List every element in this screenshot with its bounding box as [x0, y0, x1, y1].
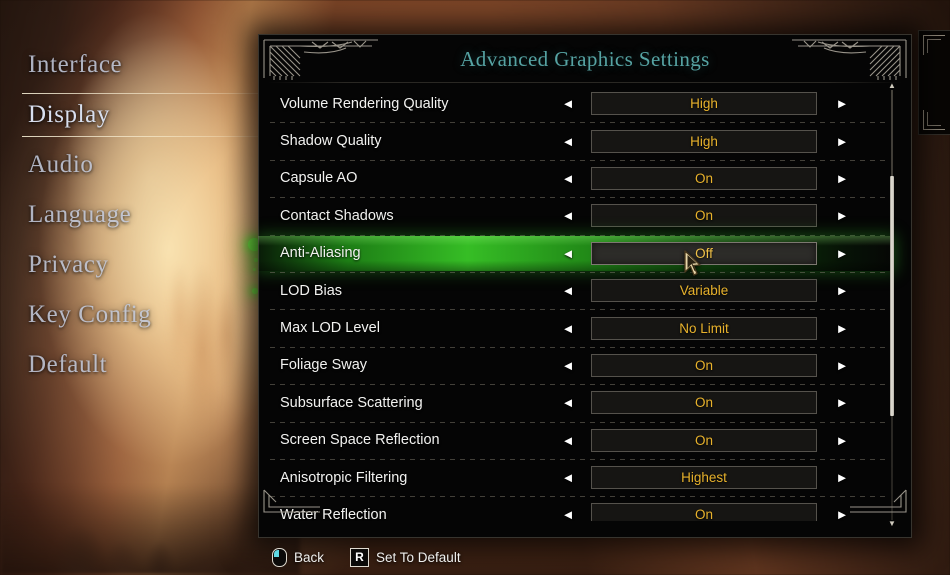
sidebar-item-label: Privacy [28, 251, 109, 278]
adjacent-panel [918, 30, 950, 135]
setting-label: Capsule AO [280, 170, 358, 187]
setting-value[interactable]: High [591, 129, 817, 153]
setting-value[interactable]: High [591, 92, 817, 116]
arrow-right-icon[interactable]: ► [831, 172, 853, 185]
setting-label: LOD Bias [280, 282, 343, 299]
sidebar-item-label: Audio [28, 151, 94, 178]
arrow-left-icon[interactable]: ◄ [557, 247, 579, 260]
sidebar-item-interface[interactable]: Interface [0, 40, 262, 90]
sidebar-item-audio[interactable]: Audio [0, 140, 262, 190]
footer-hint-bar: Back R Set To Default [258, 542, 912, 572]
dialog-title: Advanced Graphics Settings [460, 47, 710, 71]
arrow-right-icon[interactable]: ► [831, 508, 853, 521]
sidebar-item-privacy[interactable]: Privacy [0, 240, 262, 290]
setting-label: Anisotropic Filtering [280, 469, 408, 486]
setting-row-screen-space-reflection[interactable]: Screen Space Reflection ◄ On ► [258, 421, 912, 459]
hint-back[interactable]: Back [272, 547, 325, 567]
arrow-left-icon[interactable]: ◄ [557, 471, 579, 484]
arrow-right-icon[interactable]: ► [831, 322, 853, 335]
setting-label: Foliage Sway [280, 357, 368, 374]
setting-label: Screen Space Reflection [280, 432, 440, 449]
sidebar-item-label: Interface [28, 51, 123, 78]
sidebar-item-display[interactable]: Display [0, 90, 266, 140]
setting-value[interactable]: On [591, 503, 817, 521]
panel-corner-ornament [923, 110, 945, 130]
game-settings-screen: Interface Display Audio Language Privacy… [0, 0, 950, 575]
arrow-right-icon[interactable]: ► [831, 284, 853, 297]
hint-label: Set To Default [376, 549, 461, 565]
setting-row-subsurface-scattering[interactable]: Subsurface Scattering ◄ On ► [258, 384, 912, 421]
sidebar-item-label: Default [28, 351, 108, 378]
setting-label: Contact Shadows [280, 207, 394, 224]
hint-set-to-default[interactable]: R Set To Default [350, 547, 461, 567]
header-divider [268, 82, 902, 83]
scrollbar-thumb[interactable] [890, 176, 894, 416]
arrow-left-icon[interactable]: ◄ [557, 172, 579, 185]
arrow-right-icon[interactable]: ► [831, 209, 853, 222]
setting-row-contact-shadows[interactable]: Contact Shadows ◄ On ► [258, 197, 912, 234]
setting-row-shadow-quality[interactable]: Shadow Quality ◄ High ► [258, 122, 912, 159]
setting-value[interactable]: On [591, 166, 817, 190]
arrow-right-icon[interactable]: ► [831, 97, 853, 110]
setting-row-anti-aliasing[interactable]: Anti-Aliasing ◄ Off ► [258, 234, 912, 272]
settings-scrollbar[interactable]: ▲ ▼ [888, 82, 896, 528]
sidebar-item-default[interactable]: Default [0, 340, 262, 390]
setting-value[interactable]: On [591, 204, 817, 228]
arrow-left-icon[interactable]: ◄ [557, 322, 579, 335]
setting-label: Volume Rendering Quality [280, 95, 449, 112]
arrow-right-icon[interactable]: ► [831, 396, 853, 409]
arrow-right-icon[interactable]: ► [831, 135, 853, 148]
arrow-left-icon[interactable]: ◄ [557, 396, 579, 409]
setting-row-max-lod-level[interactable]: Max LOD Level ◄ No Limit ► [258, 309, 912, 346]
setting-value[interactable]: Off [591, 241, 817, 265]
scroll-up-icon[interactable]: ▲ [888, 82, 896, 90]
setting-label: Subsurface Scattering [280, 394, 423, 411]
setting-label: Anti-Aliasing [280, 245, 361, 262]
sidebar-item-language[interactable]: Language [0, 190, 262, 240]
scroll-down-icon[interactable]: ▼ [888, 520, 896, 528]
setting-value[interactable]: On [591, 391, 817, 415]
sidebar-item-label: Language [28, 201, 132, 228]
setting-row-foliage-sway[interactable]: Foliage Sway ◄ On ► [258, 346, 912, 384]
arrow-left-icon[interactable]: ◄ [557, 508, 579, 521]
setting-value[interactable]: Highest [591, 466, 817, 490]
setting-value[interactable]: Variable [591, 279, 817, 303]
sidebar-item-label: Display [28, 101, 110, 128]
key-r-icon: R [350, 547, 370, 567]
arrow-right-icon[interactable]: ► [831, 247, 853, 260]
setting-value[interactable]: No Limit [591, 316, 817, 340]
mouse-icon [272, 547, 287, 567]
sidebar-item-key-config[interactable]: Key Config [0, 290, 262, 340]
advanced-graphics-settings-dialog: Advanced Graphics Settings Volume Render… [258, 34, 912, 538]
setting-value[interactable]: On [591, 428, 817, 452]
arrow-right-icon[interactable]: ► [831, 434, 853, 447]
arrow-left-icon[interactable]: ◄ [557, 359, 579, 372]
setting-label: Water Reflection [280, 506, 387, 521]
sidebar-item-label: Key Config [28, 301, 152, 328]
setting-label: Shadow Quality [280, 133, 382, 150]
arrow-left-icon[interactable]: ◄ [557, 97, 579, 110]
setting-row-capsule-ao[interactable]: Capsule AO ◄ On ► [258, 159, 912, 197]
setting-value[interactable]: On [591, 353, 817, 377]
arrow-right-icon[interactable]: ► [831, 471, 853, 484]
setting-row-volume-rendering-quality[interactable]: Volume Rendering Quality ◄ High ► [258, 85, 912, 122]
arrow-left-icon[interactable]: ◄ [557, 135, 579, 148]
settings-list: Volume Rendering Quality ◄ High ► Shadow… [258, 85, 912, 521]
setting-row-water-reflection[interactable]: Water Reflection ◄ On ► [258, 496, 912, 521]
arrow-right-icon[interactable]: ► [831, 359, 853, 372]
setting-row-lod-bias[interactable]: LOD Bias ◄ Variable ► [258, 271, 912, 309]
panel-corner-ornament [923, 35, 945, 55]
arrow-left-icon[interactable]: ◄ [557, 284, 579, 297]
arrow-left-icon[interactable]: ◄ [557, 209, 579, 222]
setting-row-anisotropic-filtering[interactable]: Anisotropic Filtering ◄ Highest ► [258, 458, 912, 496]
hint-label: Back [294, 549, 325, 565]
arrow-left-icon[interactable]: ◄ [557, 434, 579, 447]
setting-label: Max LOD Level [280, 320, 380, 337]
settings-sidebar: Interface Display Audio Language Privacy… [0, 40, 266, 390]
